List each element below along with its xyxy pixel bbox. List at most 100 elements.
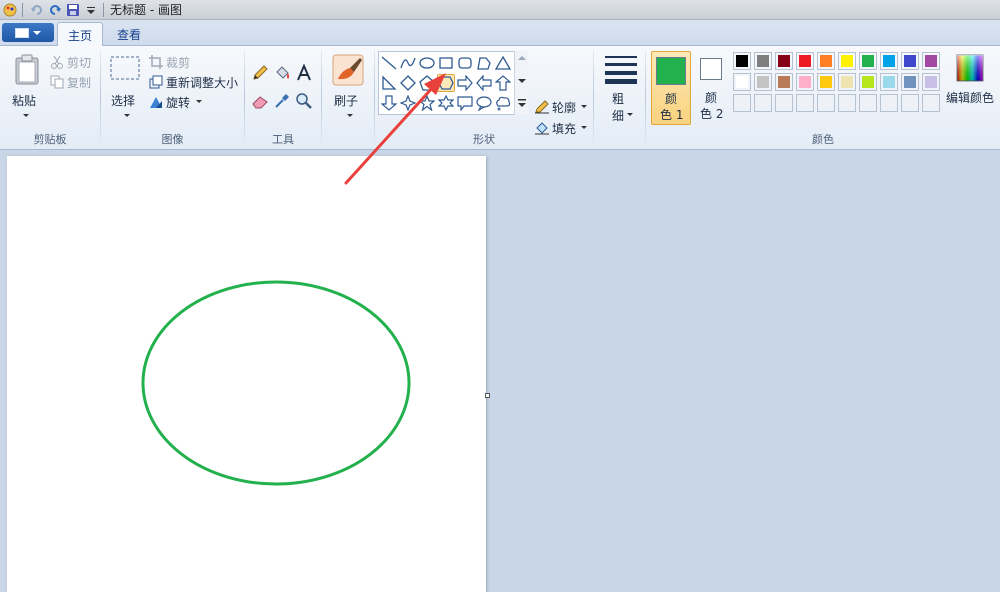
custom-color-slot[interactable] <box>733 94 751 112</box>
palette-swatch[interactable] <box>859 52 877 70</box>
palette-swatch[interactable] <box>754 73 772 91</box>
shape-oval-callout[interactable] <box>475 94 493 112</box>
fill-tool[interactable] <box>273 64 293 84</box>
shape-line[interactable] <box>380 54 398 72</box>
drawn-ellipse[interactable] <box>141 280 411 486</box>
custom-color-slot[interactable] <box>775 94 793 112</box>
rotate-button[interactable]: 旋转 <box>149 94 209 110</box>
paste-dropdown[interactable] <box>20 108 29 122</box>
size-dropdown[interactable] <box>624 107 633 121</box>
paint-menu-button[interactable] <box>2 23 54 42</box>
palette-swatch[interactable] <box>838 73 856 91</box>
magnifier-tool[interactable] <box>295 92 315 112</box>
paste-button[interactable]: 粘贴 <box>8 52 44 122</box>
custom-color-slot[interactable] <box>754 94 772 112</box>
customize-quick-access-icon[interactable] <box>83 2 99 18</box>
shape-polygon[interactable] <box>475 54 493 72</box>
size-button[interactable]: 粗 细 <box>600 52 642 124</box>
palette-swatch[interactable] <box>817 73 835 91</box>
undo-icon[interactable] <box>29 2 45 18</box>
palette-swatch[interactable] <box>775 73 793 91</box>
custom-color-slot[interactable] <box>859 94 877 112</box>
shape-triangle[interactable] <box>494 54 512 72</box>
select-button[interactable]: 选择 <box>107 52 145 122</box>
eraser-tool[interactable] <box>251 92 271 112</box>
copy-icon <box>50 75 64 89</box>
cut-button[interactable]: 剪切 <box>50 54 96 70</box>
tab-view[interactable]: 查看 <box>107 22 151 46</box>
palette-swatch[interactable] <box>922 73 940 91</box>
color2-button[interactable]: 颜 色 2 <box>694 51 730 125</box>
shapes-gallery-scrollbar[interactable] <box>514 51 528 115</box>
oval-callout-icon <box>476 96 492 111</box>
crop-button[interactable]: 裁剪 <box>149 54 209 70</box>
shape-five-point-star[interactable] <box>418 94 436 112</box>
shape-curve[interactable] <box>399 54 417 72</box>
rectangle-icon <box>439 57 453 69</box>
fill-button[interactable]: 填充 <box>534 120 590 136</box>
tab-home[interactable]: 主页 <box>57 22 104 47</box>
drawing-canvas[interactable] <box>7 156 486 592</box>
outline-button[interactable]: 轮廓 <box>534 99 590 115</box>
copy-button[interactable]: 复制 <box>50 74 96 90</box>
clipboard-group-label: 剪贴板 <box>33 133 67 146</box>
custom-color-slot[interactable] <box>901 94 919 112</box>
redo-icon[interactable] <box>47 2 63 18</box>
expand-gallery-icon[interactable] <box>518 99 526 109</box>
shape-right-triangle[interactable] <box>380 74 398 92</box>
brushes-dropdown[interactable] <box>344 108 353 122</box>
rotate-dropdown[interactable] <box>193 94 202 108</box>
brushes-button[interactable]: 刷子 <box>328 52 368 122</box>
shape-four-point-star[interactable] <box>399 94 417 112</box>
outline-dropdown[interactable] <box>578 99 587 113</box>
shape-hexagon[interactable] <box>437 74 455 92</box>
palette-swatch[interactable] <box>775 52 793 70</box>
palette-swatch[interactable] <box>922 52 940 70</box>
shape-down-arrow[interactable] <box>380 94 398 112</box>
palette-swatch[interactable] <box>733 73 751 91</box>
palette-swatch[interactable] <box>901 52 919 70</box>
pencil-tool[interactable] <box>251 64 271 84</box>
save-icon[interactable] <box>65 2 81 18</box>
resize-button[interactable]: 重新调整大小 <box>149 74 241 90</box>
shape-oval[interactable] <box>418 54 436 72</box>
custom-color-slot[interactable] <box>796 94 814 112</box>
custom-color-slot[interactable] <box>922 94 940 112</box>
palette-swatch[interactable] <box>733 52 751 70</box>
paint-app-icon[interactable] <box>2 2 18 18</box>
shape-rectangle[interactable] <box>437 54 455 72</box>
palette-swatch[interactable] <box>901 73 919 91</box>
cloud-callout-icon <box>496 96 511 111</box>
palette-swatch[interactable] <box>859 73 877 91</box>
clipboard-group: 粘贴 剪切 复制 剪贴板 <box>0 46 100 150</box>
palette-swatch[interactable] <box>880 73 898 91</box>
color-picker-tool[interactable] <box>273 92 293 112</box>
select-dropdown[interactable] <box>121 108 130 122</box>
palette-swatch[interactable] <box>817 52 835 70</box>
shape-pentagon[interactable] <box>418 74 436 92</box>
palette-swatch[interactable] <box>796 73 814 91</box>
palette-swatch[interactable] <box>838 52 856 70</box>
shape-six-point-star[interactable] <box>437 94 455 112</box>
palette-swatch[interactable] <box>796 52 814 70</box>
shape-up-arrow[interactable] <box>494 74 512 92</box>
shape-left-arrow[interactable] <box>475 74 493 92</box>
shape-rounded-rectangle[interactable] <box>456 54 474 72</box>
text-tool[interactable] <box>295 63 315 84</box>
color1-button[interactable]: 颜 色 1 <box>651 51 691 125</box>
shape-rect-callout[interactable] <box>456 94 474 112</box>
palette-swatch[interactable] <box>880 52 898 70</box>
shape-right-arrow[interactable] <box>456 74 474 92</box>
custom-color-slot[interactable] <box>880 94 898 112</box>
fill-dropdown[interactable] <box>578 120 587 134</box>
shape-diamond[interactable] <box>399 74 417 92</box>
custom-color-slot[interactable] <box>817 94 835 112</box>
shape-cloud-callout[interactable] <box>494 94 512 112</box>
scroll-down-icon[interactable] <box>518 78 526 84</box>
swatch-fill <box>778 76 790 88</box>
scroll-up-icon[interactable] <box>518 55 526 61</box>
edit-colors-button[interactable]: 编辑颜色 <box>946 52 996 124</box>
canvas-resize-handle[interactable] <box>485 393 490 398</box>
palette-swatch[interactable] <box>754 52 772 70</box>
custom-color-slot[interactable] <box>838 94 856 112</box>
